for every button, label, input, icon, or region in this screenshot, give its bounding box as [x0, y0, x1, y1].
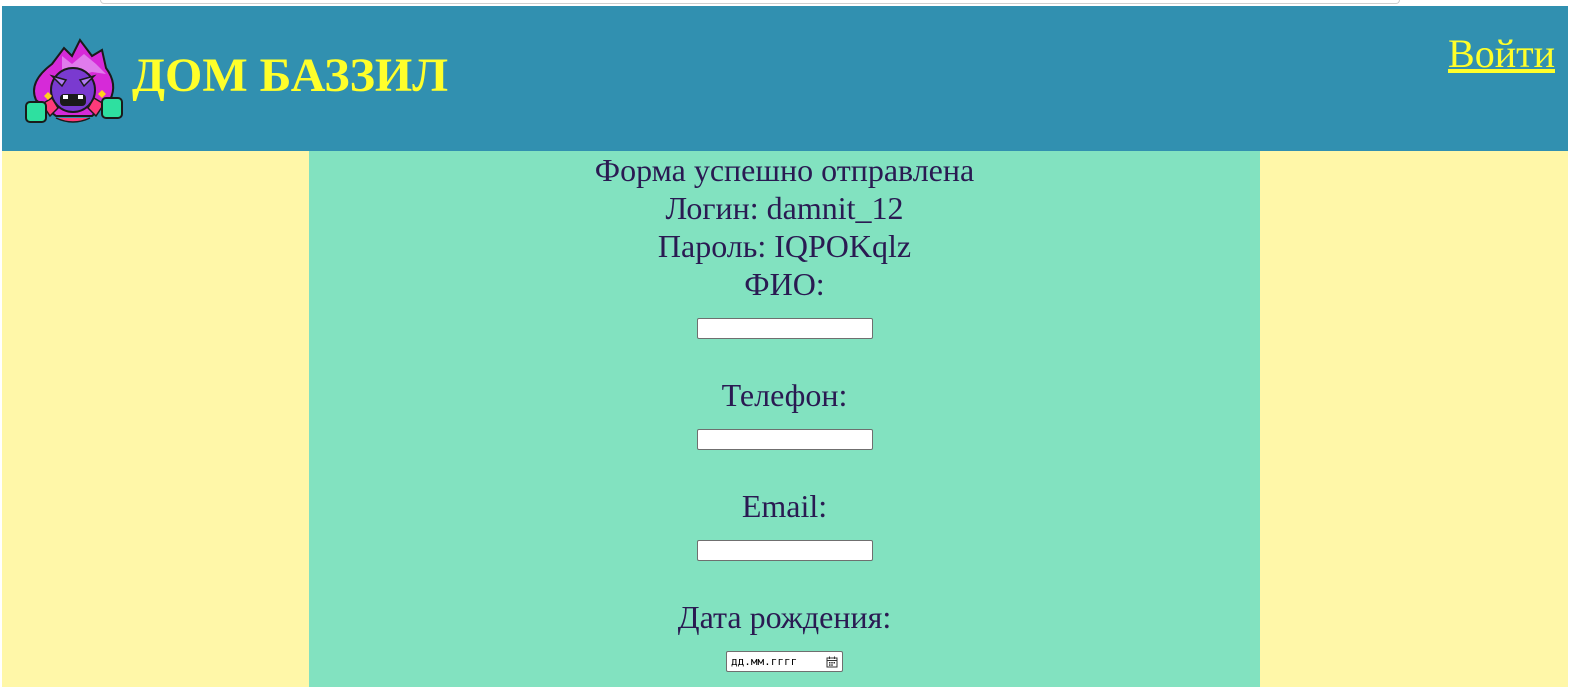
calendar-icon[interactable]	[826, 656, 838, 668]
main-content: Форма успешно отправлена Логин: damnit_1…	[309, 151, 1260, 687]
form-status-message: Форма успешно отправлена	[594, 152, 975, 188]
logo-icon[interactable]	[22, 34, 124, 126]
fio-input[interactable]	[696, 318, 873, 339]
phone-input[interactable]	[696, 429, 873, 450]
email-input[interactable]	[696, 540, 873, 561]
email-label: Email:	[741, 488, 828, 524]
browser-chrome-edge	[100, 0, 1400, 4]
site-header: ДОМ БАЗЗИЛ Войти	[2, 6, 1568, 151]
login-result: Логин: damnit_12	[665, 190, 904, 226]
login-link[interactable]: Войти	[1448, 30, 1555, 78]
password-result: Пароль: IQPOKqlz	[657, 228, 912, 264]
birthdate-label: Дата рождения:	[677, 599, 892, 635]
left-sidebar	[2, 151, 309, 687]
right-sidebar	[1260, 151, 1568, 687]
site-title: ДОМ БАЗЗИЛ	[132, 49, 449, 102]
phone-label: Телефон:	[721, 377, 848, 413]
birthdate-input[interactable]: дд.мм.гггг	[726, 651, 843, 672]
birthdate-placeholder: дд.мм.гггг	[731, 655, 798, 668]
fio-label: ФИО:	[744, 266, 825, 302]
